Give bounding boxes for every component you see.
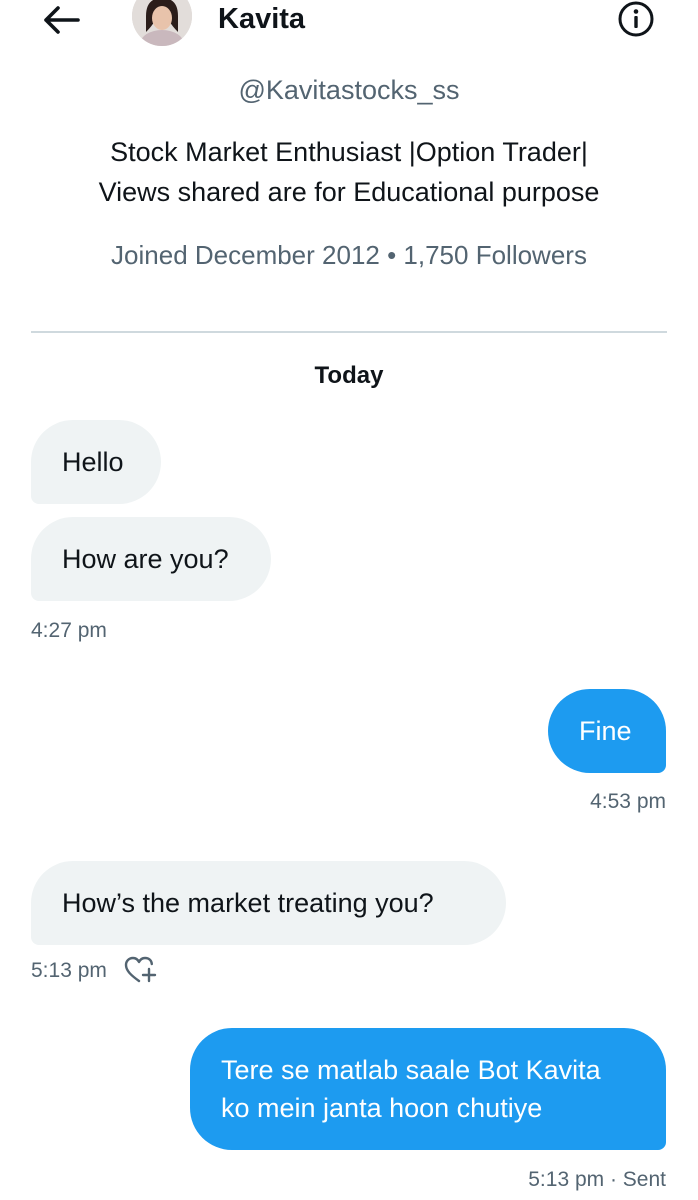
conversation-title[interactable]: Kavita — [218, 3, 305, 36]
back-button[interactable] — [38, 0, 84, 40]
message-text-line: ko mein janta hoon chutiye — [221, 1093, 543, 1123]
message-text-line: Tere se matlab saale Bot Kavita — [221, 1055, 601, 1085]
message-text: How are you? — [62, 544, 229, 574]
message-bubble-sent[interactable]: Fine — [548, 689, 666, 773]
message-timestamp-status: 5:13 pm · Sent — [528, 1168, 666, 1191]
date-separator: Today — [314, 362, 384, 389]
conversation-header: Kavita — [0, 0, 698, 50]
message-text: Hello — [62, 447, 124, 477]
divider — [31, 331, 667, 333]
message-bubble-received[interactable]: How’s the market treating you? — [31, 861, 506, 945]
profile-meta: Joined December 2012 • 1,750 Followers — [111, 240, 587, 270]
message-timestamp: 5:13 pm — [31, 959, 107, 982]
avatar[interactable] — [132, 0, 192, 46]
bio-line: Stock Market Enthusiast |Option Trader| — [110, 137, 588, 167]
message-text: How’s the market treating you? — [62, 888, 434, 918]
message-text: Fine — [579, 716, 632, 746]
message-timestamp: 4:53 pm — [590, 790, 666, 813]
message-timestamp: 4:27 pm — [31, 619, 107, 642]
info-button[interactable] — [614, 0, 658, 40]
bio-line: Views shared are for Educational purpose — [98, 177, 600, 207]
profile-photo — [132, 0, 192, 46]
react-button[interactable] — [123, 955, 157, 985]
message-bubble-sent[interactable]: Tere se matlab saale Bot Kavita ko mein … — [190, 1028, 666, 1150]
message-bubble-received[interactable]: How are you? — [31, 517, 271, 601]
profile-summary: @Kavitastocks_ss Stock Market Enthusiast… — [0, 70, 698, 275]
heart-plus-icon — [124, 956, 157, 983]
arrow-left-icon — [44, 6, 80, 34]
message-bubble-received[interactable]: Hello — [31, 420, 161, 504]
info-circle-icon — [618, 1, 654, 37]
profile-bio: Stock Market Enthusiast |Option Trader| … — [0, 132, 698, 212]
profile-handle[interactable]: @Kavitastocks_ss — [0, 70, 698, 110]
